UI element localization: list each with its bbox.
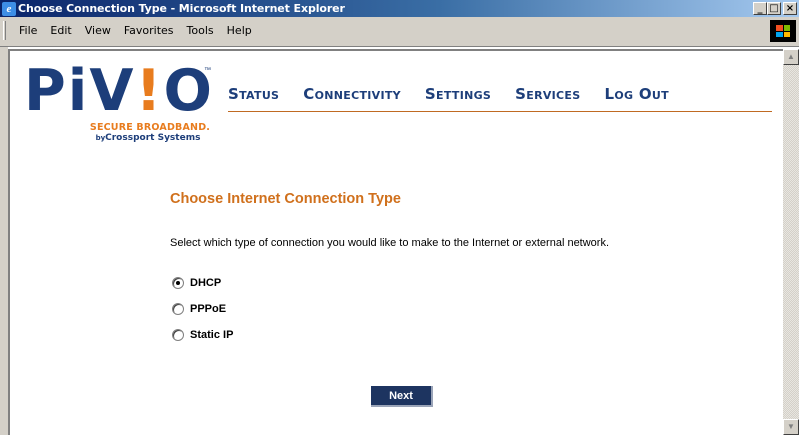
page-description: Select which type of connection you woul… [170, 237, 610, 249]
menu-bar: File Edit View Favorites Tools Help [0, 17, 799, 47]
vertical-scrollbar[interactable]: ▲ ▼ [783, 49, 799, 435]
menu-items: File Edit View Favorites Tools Help [13, 24, 259, 37]
page-content: PiV!O ™ SECURE BROADBAND. byCrossport Sy… [8, 49, 783, 435]
dhcp-label[interactable]: DHCP [190, 277, 221, 289]
close-button[interactable]: × [783, 2, 797, 15]
static-ip-label[interactable]: Static IP [190, 329, 233, 341]
option-dhcp[interactable]: DHCP [172, 277, 221, 289]
maximize-button[interactable]: □ [767, 2, 781, 15]
minimize-button[interactable]: _ [753, 2, 767, 15]
next-button[interactable]: Next [371, 386, 433, 407]
window-left-edge [0, 47, 8, 435]
logo-tagline: SECURE BROADBAND. [89, 122, 211, 133]
pppoe-label[interactable]: PPPoE [190, 303, 226, 315]
internet-explorer-icon: e [2, 1, 16, 16]
menu-file[interactable]: File [13, 24, 44, 37]
menu-favorites[interactable]: Favorites [118, 24, 181, 37]
menu-help[interactable]: Help [221, 24, 259, 37]
window-titlebar: e Choose Connection Type - Microsoft Int… [0, 0, 799, 17]
static-ip-radio[interactable] [172, 329, 184, 341]
window-controls: _ □ × [753, 2, 797, 15]
nav-divider [228, 111, 772, 112]
logo-wordmark: PiV!O [24, 58, 214, 124]
main-nav: Status Connectivity Settings Services Lo… [228, 85, 669, 103]
nav-settings[interactable]: Settings [425, 85, 491, 103]
option-static-ip[interactable]: Static IP [172, 329, 233, 341]
dhcp-radio[interactable] [172, 277, 184, 289]
menu-view[interactable]: View [79, 24, 118, 37]
pppoe-radio[interactable] [172, 303, 184, 315]
scroll-up-icon[interactable]: ▲ [783, 49, 799, 65]
nav-connectivity[interactable]: Connectivity [303, 85, 401, 103]
option-pppoe[interactable]: PPPoE [172, 303, 226, 315]
windows-logo-icon [770, 20, 796, 42]
logo-company: byCrossport Systems [95, 133, 201, 143]
page-title: Choose Internet Connection Type [170, 191, 401, 207]
logo-trademark: ™ [204, 67, 211, 74]
nav-services[interactable]: Services [515, 85, 580, 103]
menu-edit[interactable]: Edit [44, 24, 78, 37]
window-title: Choose Connection Type - Microsoft Inter… [18, 2, 345, 15]
nav-log-out[interactable]: Log Out [604, 85, 668, 103]
nav-status[interactable]: Status [228, 85, 279, 103]
toolbar-grip[interactable] [3, 21, 6, 40]
pivio-logo: PiV!O ™ SECURE BROADBAND. byCrossport Sy… [24, 61, 214, 156]
menu-tools[interactable]: Tools [181, 24, 221, 37]
scroll-down-icon[interactable]: ▼ [783, 419, 799, 435]
